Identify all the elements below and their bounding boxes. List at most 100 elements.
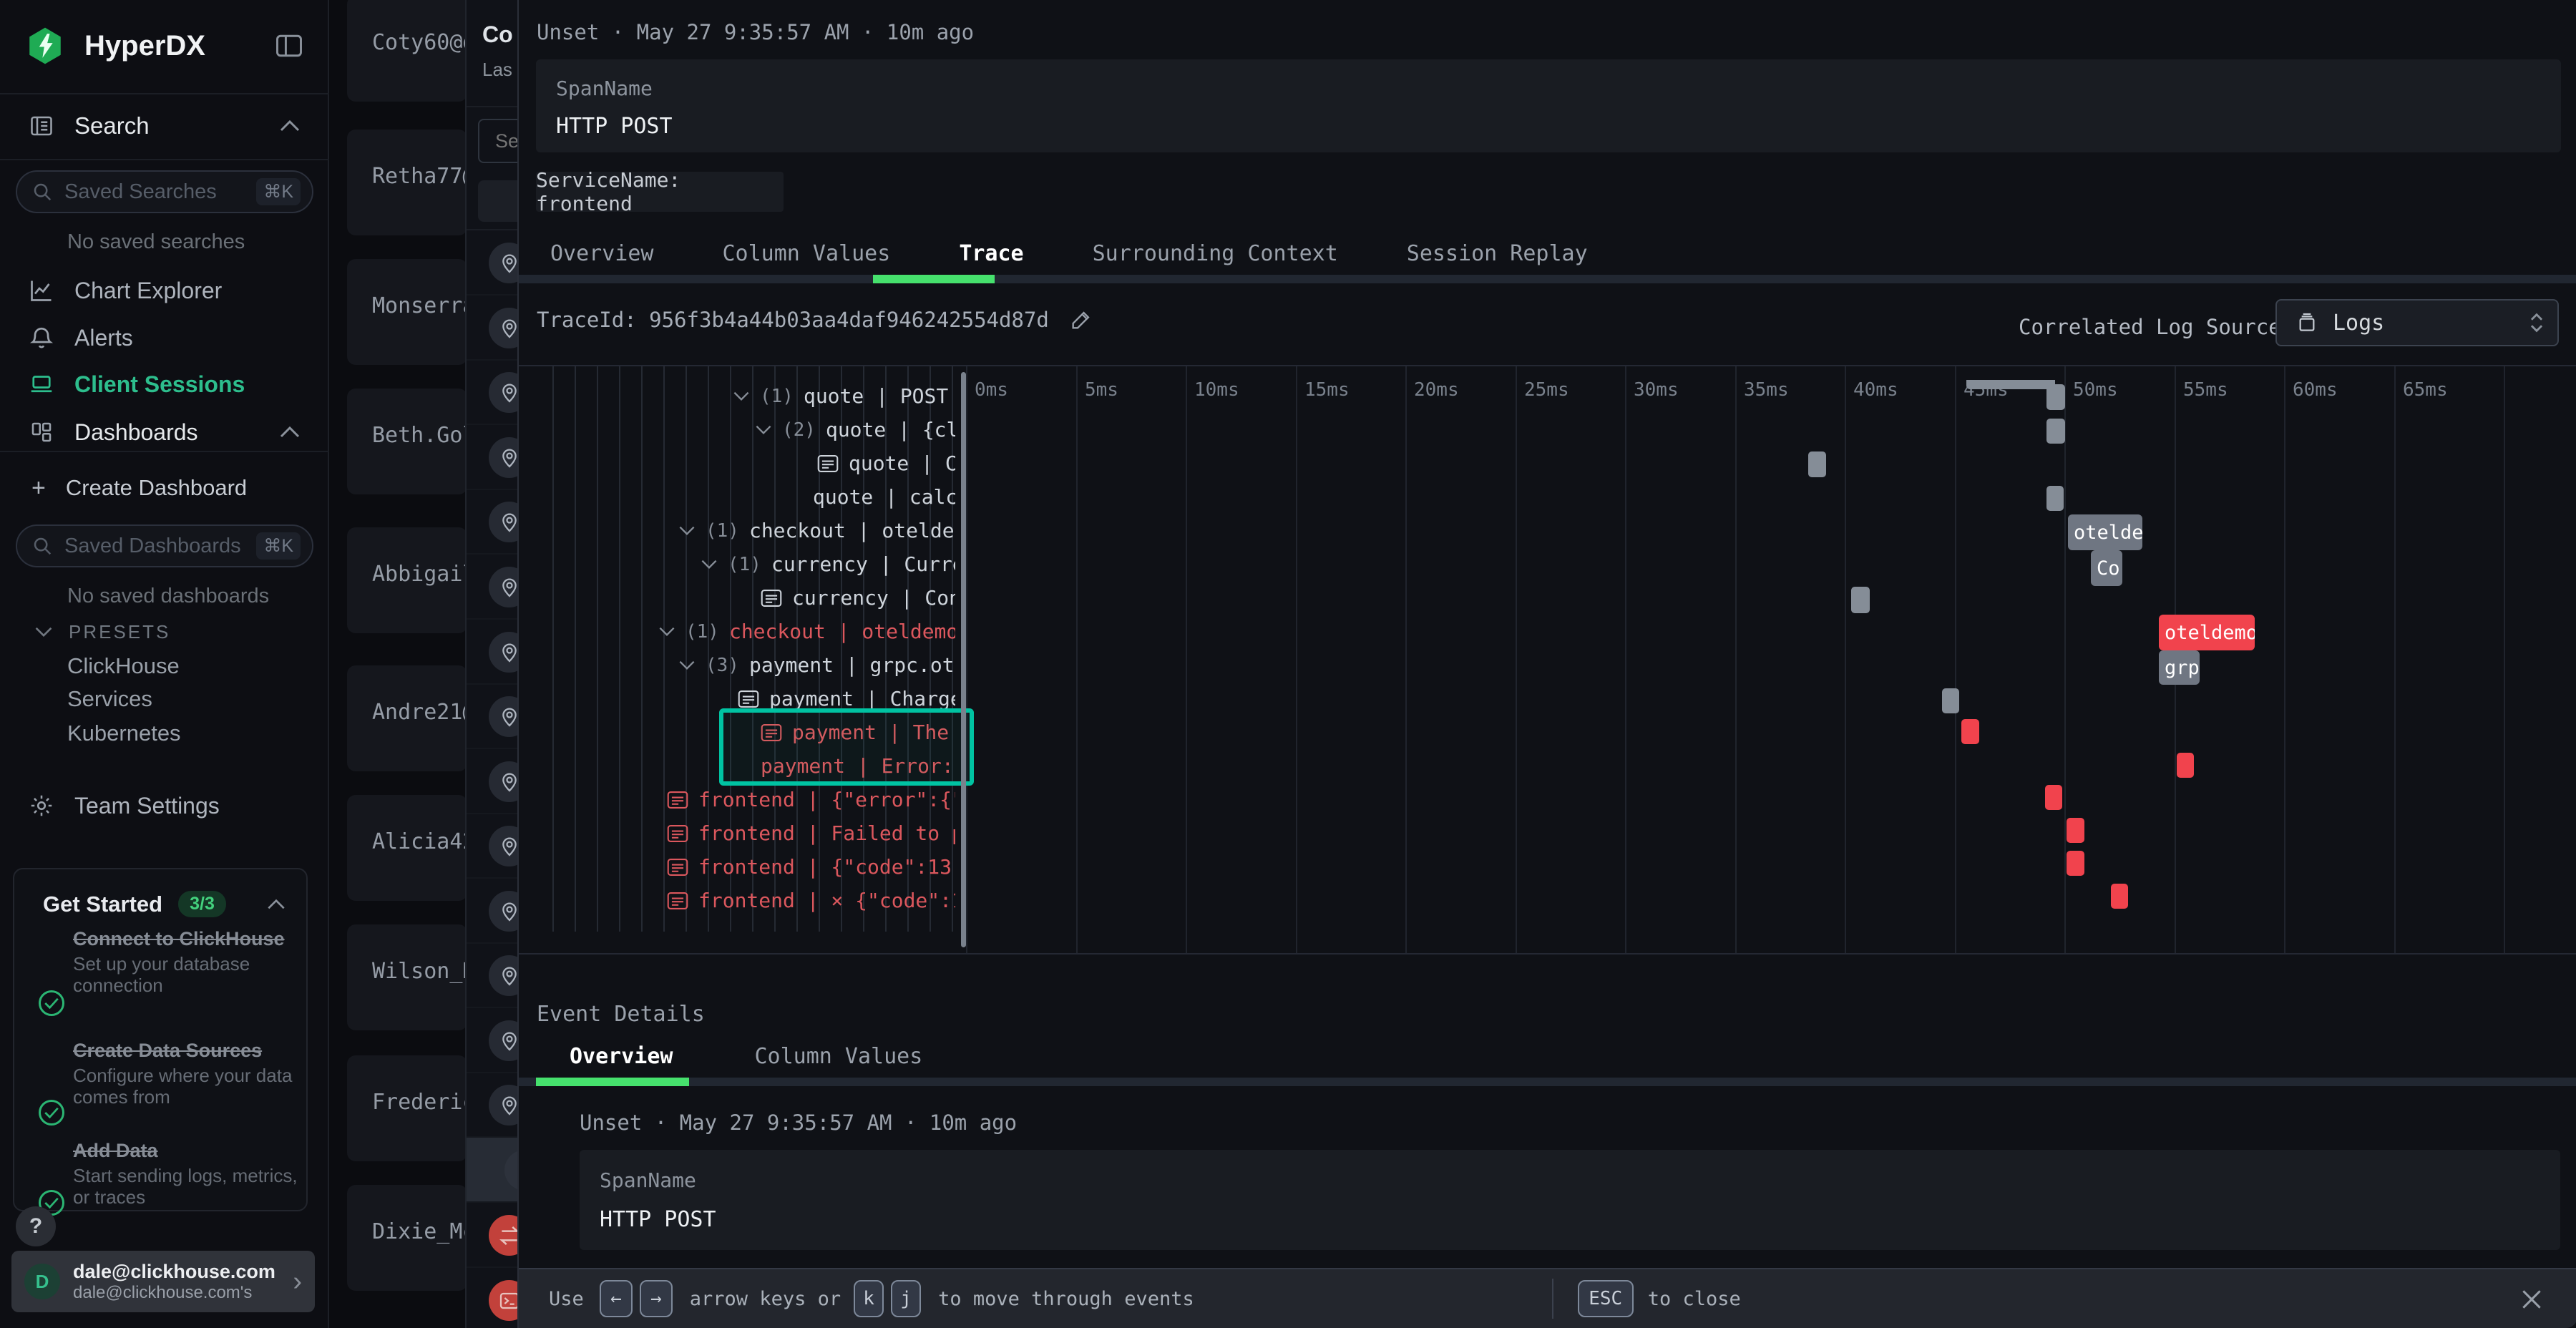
session-event-row[interactable]: [467, 1008, 517, 1073]
left-arrow-key[interactable]: ←: [600, 1280, 633, 1317]
session-event-row-error[interactable]: [467, 1203, 517, 1268]
span-bar-error[interactable]: [2045, 785, 2062, 810]
span-bar[interactable]: [1808, 451, 1826, 477]
help-button[interactable]: ?: [16, 1206, 56, 1246]
session-card[interactable]: Alicia42: [347, 795, 465, 901]
session-event-row[interactable]: [467, 230, 517, 296]
trace-row[interactable]: (1) quote | POST …: [733, 379, 955, 413]
trace-row[interactable]: currency | Conv…: [761, 581, 955, 615]
tab-surrounding-context[interactable]: Surrounding Context: [1093, 241, 1338, 266]
span-bar-error[interactable]: [2177, 753, 2194, 778]
session-event-row[interactable]: [467, 684, 517, 749]
session-card[interactable]: Retha77@: [347, 130, 465, 235]
session-card[interactable]: Abbigail: [347, 527, 465, 633]
saved-dashboards-field[interactable]: [64, 534, 256, 558]
esc-key[interactable]: ESC: [1578, 1280, 1634, 1317]
session-event-row[interactable]: [467, 360, 517, 425]
session-event-row[interactable]: [467, 425, 517, 490]
get-started-item[interactable]: Add Data Start sending logs, metrics, or…: [73, 1140, 309, 1209]
correlated-log-source-select[interactable]: Logs: [2275, 299, 2559, 346]
chevron-down-icon[interactable]: [701, 559, 718, 570]
session-card[interactable]: Beth.Gol: [347, 389, 465, 494]
trace-row-error[interactable]: (1) checkout | oteldemo.Pa…: [658, 615, 955, 648]
tab-event-column-values[interactable]: Column Values: [755, 1044, 923, 1069]
j-key[interactable]: j: [891, 1280, 921, 1317]
sidebar-item-search[interactable]: Search: [0, 94, 329, 157]
span-bar-chip[interactable]: Co: [2091, 550, 2122, 586]
span-bar-chip-error[interactable]: oteldemo.: [2159, 615, 2255, 650]
close-icon[interactable]: [2517, 1285, 2546, 1314]
span-bar-error[interactable]: [2111, 884, 2128, 909]
right-arrow-key[interactable]: →: [640, 1280, 673, 1317]
collapse-sidebar-icon[interactable]: [273, 30, 305, 62]
trace-row-error-selected[interactable]: payment | The cre…: [761, 716, 955, 749]
tab-trace[interactable]: Trace: [959, 241, 1023, 266]
sidebar-item-team-settings[interactable]: Team Settings: [0, 780, 329, 831]
span-bar-error[interactable]: [1961, 719, 1979, 744]
session-event-row-selected[interactable]: [467, 1138, 517, 1203]
span-bar-chip[interactable]: oteldemo.: [2068, 514, 2142, 550]
session-event-row[interactable]: [467, 749, 517, 814]
preset-services[interactable]: Services: [0, 681, 329, 717]
preset-kubernetes[interactable]: Kubernetes: [0, 716, 329, 751]
session-event-row[interactable]: [467, 1073, 517, 1138]
presets-toggle[interactable]: PRESETS: [0, 614, 329, 650]
session-event-row[interactable]: [467, 296, 517, 361]
chevron-down-icon[interactable]: [658, 626, 675, 637]
session-card[interactable]: Monserra: [347, 259, 465, 365]
saved-dashboards-input[interactable]: ⌘K: [16, 524, 313, 567]
span-bar[interactable]: [2046, 384, 2065, 410]
get-started-item[interactable]: Create Data Sources Configure where your…: [73, 1040, 309, 1108]
trace-row[interactable]: (2) quote | {cl…: [755, 413, 955, 446]
trace-row[interactable]: (3) payment | grpc.oteld…: [678, 648, 955, 682]
span-bar-partial[interactable]: [1966, 380, 2055, 389]
chevron-down-icon[interactable]: [678, 525, 696, 536]
session-event-row[interactable]: [467, 814, 517, 879]
trace-row[interactable]: (1) checkout | oteldemo.…: [678, 514, 955, 547]
session-event-row[interactable]: [467, 489, 517, 555]
session-event-row-error[interactable]: [467, 1268, 517, 1328]
session-card[interactable]: Dixie_Mc: [347, 1185, 465, 1291]
session-card[interactable]: Coty60@g: [347, 0, 465, 102]
session-event-row[interactable]: [467, 555, 517, 620]
session-event-row[interactable]: [467, 620, 517, 685]
session-search-field[interactable]: [495, 130, 517, 152]
sidebar-item-client-sessions[interactable]: Client Sessions: [0, 358, 329, 410]
tab-column-values[interactable]: Column Values: [723, 241, 891, 266]
session-event-row[interactable]: [467, 943, 517, 1008]
edit-pencil-icon[interactable]: [1069, 308, 1093, 332]
span-bar[interactable]: [2046, 419, 2065, 444]
session-card[interactable]: Andre21@: [347, 665, 465, 771]
sidebar-item-alerts[interactable]: Alerts: [0, 312, 329, 363]
user-menu[interactable]: D dale@clickhouse.com dale@clickhouse.co…: [11, 1251, 315, 1312]
session-card[interactable]: Wilson_H: [347, 924, 465, 1030]
trace-row[interactable]: (1) currency | Currenc…: [701, 547, 955, 581]
span-bar-error[interactable]: [2067, 851, 2084, 876]
preset-clickhouse[interactable]: ClickHouse: [0, 648, 329, 684]
get-started-item[interactable]: Connect to ClickHouse Set up your databa…: [73, 928, 302, 997]
trace-row[interactable]: quote | calc…: [813, 480, 955, 514]
session-toolbar-button[interactable]: [478, 180, 517, 222]
trace-row-error-selected[interactable]: payment | Error: The …: [761, 749, 955, 783]
session-search-input[interactable]: [478, 119, 517, 163]
sidebar-item-chart-explorer[interactable]: Chart Explorer: [0, 265, 329, 316]
tab-overview[interactable]: Overview: [550, 241, 654, 266]
saved-searches-field[interactable]: [64, 180, 256, 204]
create-dashboard-button[interactable]: + Create Dashboard: [0, 464, 329, 512]
span-bar-error[interactable]: [2067, 818, 2084, 843]
k-key[interactable]: k: [854, 1280, 884, 1317]
trace-row-error[interactable]: frontend | × {"code":13,"d…: [667, 884, 955, 917]
trace-row-error[interactable]: frontend | {"code":13,"det…: [667, 850, 955, 884]
tab-session-replay[interactable]: Session Replay: [1407, 241, 1588, 266]
chevron-up-icon[interactable]: [266, 899, 286, 910]
chevron-down-icon[interactable]: [733, 391, 750, 401]
tree-scrollbar[interactable]: [961, 372, 966, 947]
chevron-down-icon[interactable]: [755, 424, 772, 435]
span-bar[interactable]: [1851, 587, 1870, 613]
session-card[interactable]: Frederic: [347, 1055, 465, 1161]
span-bar-chip[interactable]: grpc: [2159, 650, 2200, 685]
span-bar[interactable]: [2046, 486, 2064, 511]
trace-row-error[interactable]: frontend | {"error":{"code…: [667, 783, 955, 816]
session-event-row[interactable]: [467, 879, 517, 944]
span-bar[interactable]: [1942, 688, 1959, 713]
